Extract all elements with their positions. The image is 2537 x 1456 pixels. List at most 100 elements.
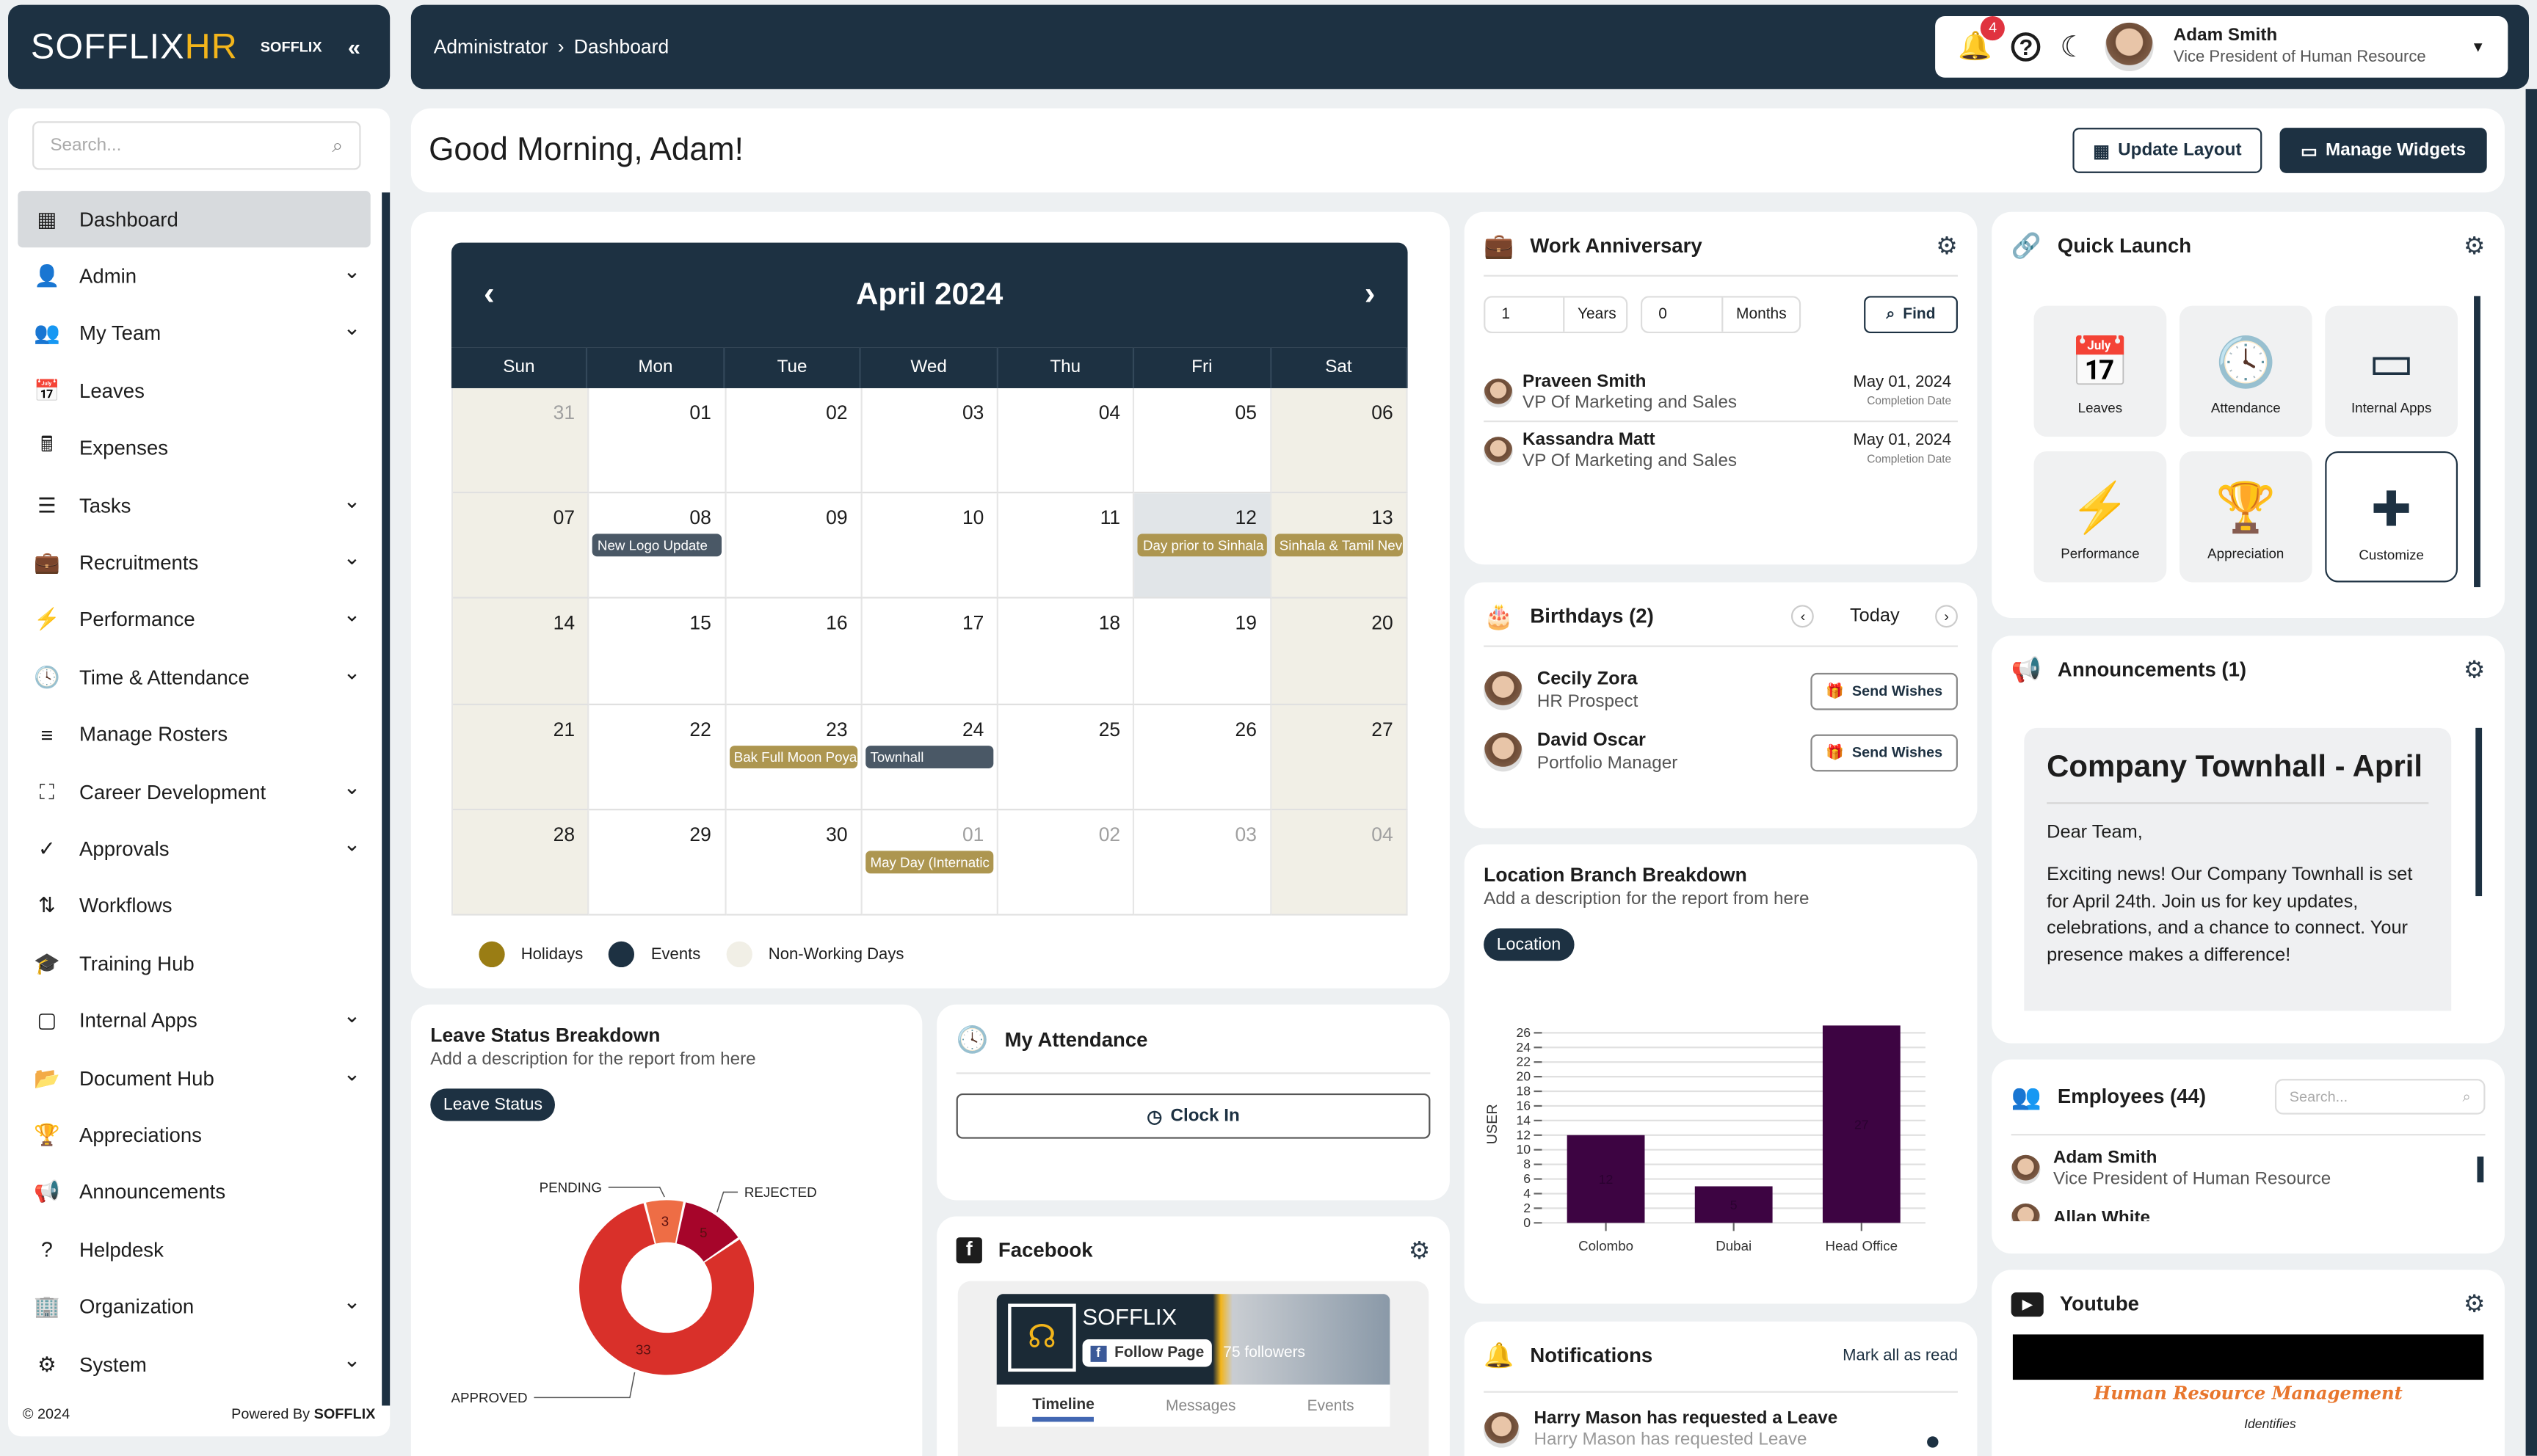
- sidebar-item-tasks[interactable]: ☰ Tasks ⌄: [8, 477, 380, 534]
- list-item[interactable]: Allan White: [2011, 1203, 2486, 1222]
- employee-scrollbar[interactable]: [2477, 1156, 2484, 1183]
- sidebar-scroll-thumb[interactable]: [382, 192, 391, 1406]
- prev-month-button[interactable]: ‹: [484, 277, 495, 314]
- calendar-holiday[interactable]: May Day (Internatic: [865, 850, 994, 873]
- announcement-card[interactable]: Company Townhall - April Dear Team, Exci…: [2024, 727, 2452, 1011]
- calendar-day[interactable]: 15: [589, 599, 726, 705]
- calendar-day[interactable]: 20: [1271, 599, 1408, 705]
- calendar-day[interactable]: 13 Sinhala & Tamil Nev: [1271, 493, 1408, 600]
- calendar-day[interactable]: 18: [998, 599, 1136, 705]
- sidebar-search[interactable]: Search... ⌕: [32, 121, 361, 170]
- calendar-day[interactable]: 03: [862, 387, 999, 494]
- sidebar-item-manage-rosters[interactable]: ≡ Manage Rosters: [8, 706, 380, 763]
- prev-day-button[interactable]: ‹: [1791, 605, 1815, 628]
- send-wishes-button[interactable]: 🎁 Send Wishes: [1810, 733, 1958, 771]
- notification-item[interactable]: Harry Mason has requested a Leave Harry M…: [1484, 1409, 1958, 1451]
- calendar-day[interactable]: 27: [1271, 705, 1408, 810]
- sidebar-item-dashboard[interactable]: ▦ Dashboard: [18, 191, 371, 249]
- youtube-video[interactable]: Human Resource Management Identifies: [2012, 1334, 2484, 1456]
- location-tab[interactable]: Location: [1484, 928, 1574, 961]
- announcement-scrollbar[interactable]: [2475, 727, 2483, 897]
- calendar-day[interactable]: 02: [998, 809, 1136, 916]
- chevron-down-icon[interactable]: ⌄: [343, 831, 360, 857]
- calendar-day[interactable]: 01: [589, 387, 726, 494]
- update-layout-button[interactable]: ▦ Update Layout: [2072, 128, 2262, 173]
- chevron-down-icon[interactable]: ⌄: [343, 1003, 360, 1029]
- breadcrumb-item[interactable]: Administrator: [434, 35, 548, 58]
- sidebar-item-helpdesk[interactable]: ? Helpdesk: [8, 1221, 380, 1278]
- calendar-holiday[interactable]: Bak Full Moon Poya: [729, 745, 857, 768]
- chevron-down-icon[interactable]: ⌄: [343, 774, 360, 800]
- bell-icon[interactable]: 🔔 4: [1958, 16, 2006, 63]
- sidebar-item-recruitments[interactable]: 💼 Recruitments ⌄: [8, 534, 380, 592]
- calendar-day[interactable]: 07: [453, 493, 589, 600]
- sidebar-item-training-hub[interactable]: 🎓 Training Hub: [8, 935, 380, 992]
- mark-all-read-link[interactable]: Mark all as read: [1843, 1347, 1958, 1364]
- sidebar-item-document-hub[interactable]: 📂 Document Hub ⌄: [8, 1049, 380, 1107]
- calendar-day[interactable]: 31: [453, 387, 589, 494]
- leave-status-tab[interactable]: Leave Status: [430, 1088, 556, 1121]
- quick-launch-scrollbar[interactable]: [2474, 296, 2480, 588]
- moon-icon[interactable]: ☾: [2060, 30, 2086, 64]
- calendar-day[interactable]: 08 New Logo Update: [589, 493, 726, 600]
- quick-launch-attendance[interactable]: 🕓 Attendance: [2179, 305, 2312, 437]
- calendar-day[interactable]: 12 Day prior to Sinhala: [1135, 493, 1271, 600]
- sidebar-item-expenses[interactable]: 🖩 Expenses: [8, 420, 380, 477]
- tab-events[interactable]: Events: [1307, 1397, 1354, 1414]
- settings-gear-icon[interactable]: ⚙: [2464, 655, 2486, 684]
- calendar-event[interactable]: Townhall: [865, 745, 994, 768]
- calendar-day[interactable]: 23 Bak Full Moon Poya: [725, 705, 863, 810]
- list-item[interactable]: Praveen Smith VP Of Marketing and Sales Ma…: [1484, 364, 1958, 423]
- calendar-day[interactable]: 19: [1135, 599, 1271, 705]
- list-item[interactable]: Kassandra Matt VP Of Marketing and Sales M…: [1484, 422, 1958, 480]
- manage-widgets-button[interactable]: ▭ Manage Widgets: [2279, 128, 2487, 173]
- find-button[interactable]: ⌕ Find: [1864, 296, 1958, 334]
- tab-timeline[interactable]: Timeline: [1032, 1389, 1095, 1422]
- send-wishes-button[interactable]: 🎁 Send Wishes: [1810, 671, 1958, 710]
- sidebar-item-announcements[interactable]: 📢 Announcements: [8, 1164, 380, 1221]
- calendar-day[interactable]: 14: [453, 599, 589, 705]
- calendar-day[interactable]: 17: [862, 599, 999, 705]
- tab-messages[interactable]: Messages: [1166, 1397, 1235, 1414]
- sidebar-item-approvals[interactable]: ✓ Approvals ⌄: [8, 820, 380, 878]
- user-info[interactable]: Adam Smith Vice President of Human Resou…: [2174, 26, 2452, 68]
- clock-in-button[interactable]: ◷ Clock In: [956, 1093, 1431, 1139]
- calendar-day[interactable]: 21: [453, 705, 589, 810]
- quick-launch-performance[interactable]: ⚡ Performance: [2033, 451, 2167, 583]
- years-input[interactable]: 1 Years: [1484, 296, 1628, 334]
- sidebar-item-career-development[interactable]: ⛶ Career Development ⌄: [8, 763, 380, 820]
- calendar-day[interactable]: 09: [725, 493, 863, 600]
- page-scrollbar[interactable]: [2525, 89, 2537, 1456]
- calendar-event[interactable]: New Logo Update: [592, 534, 722, 557]
- quick-launch-internal-apps[interactable]: ▭ Internal Apps: [2325, 305, 2458, 437]
- calendar-day[interactable]: 01 May Day (Internatic: [862, 809, 999, 916]
- settings-gear-icon[interactable]: ⚙: [1936, 231, 1958, 260]
- chevron-down-icon[interactable]: ⌄: [343, 1347, 360, 1372]
- sidebar-item-leaves[interactable]: 📅 Leaves: [8, 363, 380, 420]
- sidebar-item-my-team[interactable]: 👥 My Team ⌄: [8, 305, 380, 363]
- quick-launch-appreciation[interactable]: 🏆 Appreciation: [2179, 451, 2312, 583]
- employee-search[interactable]: Search... ⌕: [2274, 1079, 2486, 1115]
- sidebar-item-system[interactable]: ⚙ System ⌄: [8, 1336, 380, 1393]
- chevron-down-icon[interactable]: ⌄: [343, 603, 360, 628]
- avatar[interactable]: [2105, 22, 2155, 71]
- calendar-day[interactable]: 25: [998, 705, 1136, 810]
- sidebar-item-internal-apps[interactable]: ▢ Internal Apps ⌄: [8, 992, 380, 1049]
- calendar-day[interactable]: 16: [725, 599, 863, 705]
- calendar-holiday[interactable]: Sinhala & Tamil Nev: [1274, 534, 1403, 557]
- calendar-day[interactable]: 05: [1135, 387, 1271, 494]
- settings-gear-icon[interactable]: ⚙: [2464, 1289, 2486, 1318]
- calendar-holiday[interactable]: Day prior to Sinhala: [1138, 534, 1267, 557]
- settings-gear-icon[interactable]: ⚙: [1409, 1236, 1431, 1264]
- calendar-day[interactable]: 11: [998, 493, 1136, 600]
- chevron-down-icon[interactable]: ⌄: [343, 545, 360, 571]
- collapse-sidebar-icon[interactable]: «: [348, 34, 360, 59]
- chevron-down-icon[interactable]: ⌄: [343, 660, 360, 685]
- settings-gear-icon[interactable]: ⚙: [2464, 231, 2486, 260]
- sidebar-item-organization[interactable]: 🏢 Organization ⌄: [8, 1278, 380, 1336]
- calendar-day[interactable]: 30: [725, 809, 863, 916]
- quick-launch-customize[interactable]: ✚ Customize: [2325, 451, 2458, 583]
- calendar-day[interactable]: 24 Townhall: [862, 705, 999, 810]
- calendar-day[interactable]: 22: [589, 705, 726, 810]
- calendar-day[interactable]: 04: [1271, 809, 1408, 916]
